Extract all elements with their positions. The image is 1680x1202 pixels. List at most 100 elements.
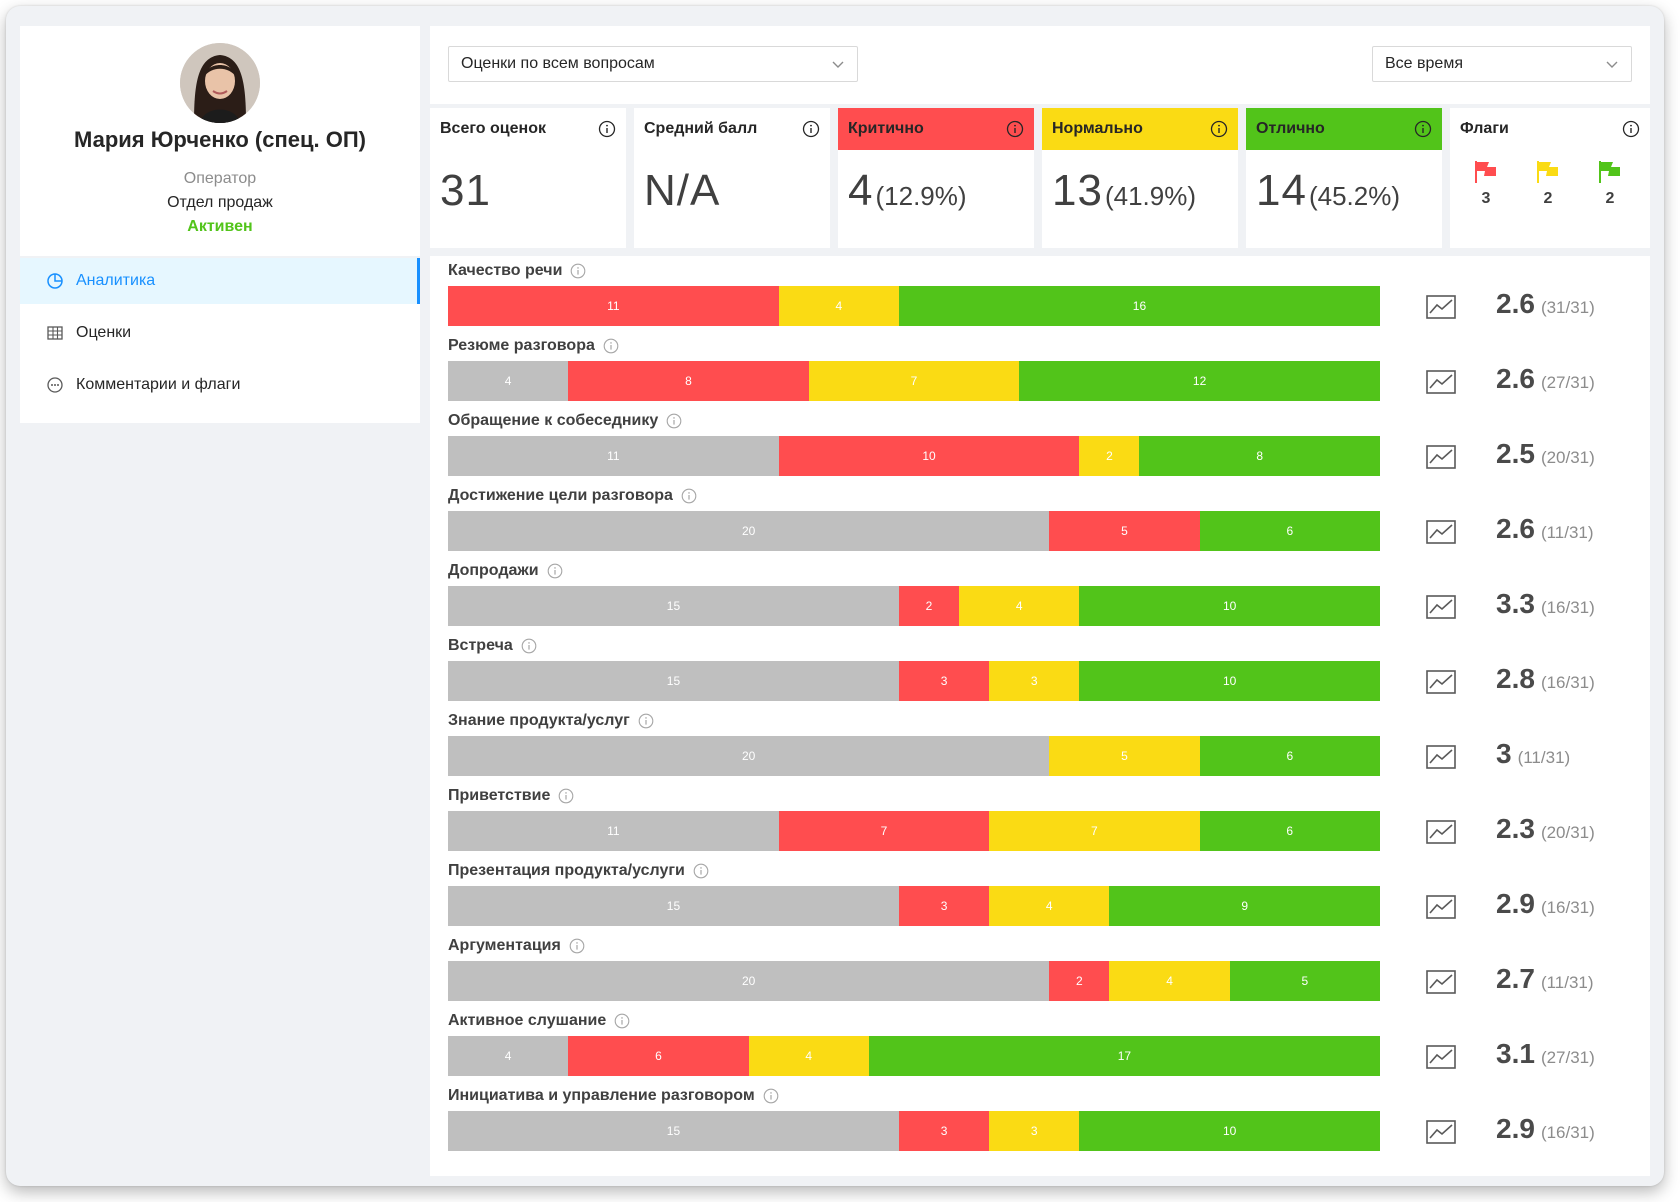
bar-segment-excellent[interactable]: 5 (1229, 961, 1380, 1001)
stat-label: Критично (848, 120, 924, 137)
info-icon[interactable] (1414, 120, 1432, 138)
bar-segment-excellent[interactable]: 6 (1199, 736, 1380, 776)
line-chart-icon[interactable] (1426, 1044, 1456, 1070)
stat-label: Средний балл (644, 120, 758, 137)
line-chart-icon[interactable] (1426, 1119, 1456, 1145)
info-icon[interactable] (569, 938, 585, 954)
bar-segment-none[interactable]: 4 (448, 1036, 569, 1076)
bar-segment-normal[interactable]: 7 (989, 811, 1200, 851)
info-icon[interactable] (1006, 120, 1024, 138)
bar-segment-excellent[interactable]: 6 (1199, 811, 1380, 851)
question-row: Приветствие 11 7 7 6 2.3 (20/31) (430, 783, 1650, 858)
green-flag-icon (1599, 161, 1620, 183)
question-score: 2.9 (16/31) (1496, 888, 1595, 920)
line-chart-icon[interactable] (1426, 594, 1456, 620)
bar-segment-excellent[interactable]: 10 (1079, 1111, 1380, 1151)
bar-segment-normal[interactable]: 4 (989, 886, 1110, 926)
bar-segment-normal[interactable]: 4 (1109, 961, 1230, 1001)
info-icon[interactable] (638, 713, 654, 729)
line-chart-icon[interactable] (1426, 444, 1456, 470)
bar-segment-none[interactable]: 15 (448, 586, 899, 626)
yellow-flag[interactable]: 2 (1528, 160, 1568, 208)
info-icon[interactable] (1622, 120, 1640, 138)
info-icon[interactable] (614, 1013, 630, 1029)
pie-chart-icon (46, 272, 64, 290)
line-chart-icon[interactable] (1426, 294, 1456, 320)
sidebar-item-ratings[interactable]: Оценки (20, 310, 420, 356)
bar-segment-none[interactable]: 11 (448, 811, 779, 851)
info-icon[interactable] (1210, 120, 1228, 138)
info-icon[interactable] (570, 263, 586, 279)
bar-segment-none[interactable]: 15 (448, 661, 899, 701)
bar-segment-excellent[interactable]: 17 (868, 1036, 1380, 1076)
sidebar-item-comments[interactable]: Комментарии и флаги (20, 362, 420, 408)
bar-segment-excellent[interactable]: 8 (1139, 436, 1380, 476)
bar-segment-critical[interactable]: 7 (778, 811, 990, 851)
question-label: Презентация продукта/услуги (448, 862, 709, 880)
bar-segment-excellent[interactable]: 9 (1109, 886, 1380, 926)
bar-segment-excellent[interactable]: 10 (1079, 586, 1380, 626)
score-value: 2.6 (1496, 363, 1535, 394)
bar-segment-critical[interactable]: 10 (778, 436, 1080, 476)
bar-segment-critical[interactable]: 8 (568, 361, 809, 401)
red-flag[interactable]: 3 (1466, 160, 1506, 208)
bar-segment-critical[interactable]: 3 (898, 1111, 990, 1151)
question-row: Обращение к собеседнику 11 10 2 8 2.5 (20/31) (430, 408, 1650, 483)
bar-segment-normal[interactable]: 3 (989, 1111, 1080, 1151)
bar-segment-normal[interactable]: 4 (748, 1036, 869, 1076)
info-icon[interactable] (763, 1088, 779, 1104)
bar-segment-critical[interactable]: 11 (448, 286, 779, 326)
bar-segment-critical[interactable]: 5 (1049, 511, 1200, 551)
bar-segment-none[interactable]: 20 (448, 961, 1050, 1001)
line-chart-icon[interactable] (1426, 819, 1456, 845)
stat-number: 4 (848, 166, 874, 215)
stat-header: Всего оценок (430, 108, 626, 150)
bar-segment-normal[interactable]: 2 (1079, 436, 1140, 476)
bar-segment-critical[interactable]: 6 (568, 1036, 749, 1076)
bar-segment-normal[interactable]: 3 (989, 661, 1080, 701)
stat-header: Отлично (1246, 108, 1442, 150)
bar-segment-none[interactable]: 11 (448, 436, 779, 476)
bar-segment-normal[interactable]: 7 (808, 361, 1020, 401)
line-chart-icon[interactable] (1426, 744, 1456, 770)
info-icon[interactable] (547, 563, 563, 579)
period-select[interactable]: Все время (1372, 46, 1632, 82)
score-value: 2.7 (1496, 963, 1535, 994)
sidebar-nav: Аналитика Оценки Комментарии и флаги (20, 258, 420, 423)
bar-segment-excellent[interactable]: 6 (1199, 511, 1380, 551)
info-icon[interactable] (802, 120, 820, 138)
bar-segment-normal[interactable]: 4 (959, 586, 1080, 626)
info-icon[interactable] (558, 788, 574, 804)
line-chart-icon[interactable] (1426, 894, 1456, 920)
info-icon[interactable] (693, 863, 709, 879)
info-icon[interactable] (521, 638, 537, 654)
green-flag[interactable]: 2 (1590, 160, 1630, 208)
bar-segment-critical[interactable]: 3 (898, 886, 990, 926)
line-chart-icon[interactable] (1426, 969, 1456, 995)
bar-segment-normal[interactable]: 4 (778, 286, 899, 326)
info-icon[interactable] (681, 488, 697, 504)
info-icon[interactable] (598, 120, 616, 138)
bar-segment-critical[interactable]: 3 (898, 661, 990, 701)
bar-segment-none[interactable]: 15 (448, 1111, 899, 1151)
bar-segment-critical[interactable]: 2 (1049, 961, 1110, 1001)
question-row: Знание продукта/услуг 20 5 6 3 (11/31) (430, 708, 1650, 783)
bar-segment-excellent[interactable]: 16 (898, 286, 1380, 326)
question-label: Активное слушание (448, 1012, 630, 1030)
bar-segment-normal[interactable]: 5 (1049, 736, 1200, 776)
bar-segment-none[interactable]: 20 (448, 511, 1050, 551)
bar-segment-none[interactable]: 4 (448, 361, 569, 401)
bar-segment-none[interactable]: 15 (448, 886, 899, 926)
question-label-text: Качество речи (448, 262, 563, 279)
questions-select[interactable]: Оценки по всем вопросам (448, 46, 858, 82)
line-chart-icon[interactable] (1426, 669, 1456, 695)
info-icon[interactable] (603, 338, 619, 354)
bar-segment-excellent[interactable]: 12 (1019, 361, 1380, 401)
info-icon[interactable] (666, 413, 682, 429)
line-chart-icon[interactable] (1426, 369, 1456, 395)
bar-segment-none[interactable]: 20 (448, 736, 1050, 776)
line-chart-icon[interactable] (1426, 519, 1456, 545)
bar-segment-excellent[interactable]: 10 (1079, 661, 1380, 701)
sidebar-item-analytics[interactable]: Аналитика (20, 258, 420, 304)
bar-segment-critical[interactable]: 2 (898, 586, 960, 626)
